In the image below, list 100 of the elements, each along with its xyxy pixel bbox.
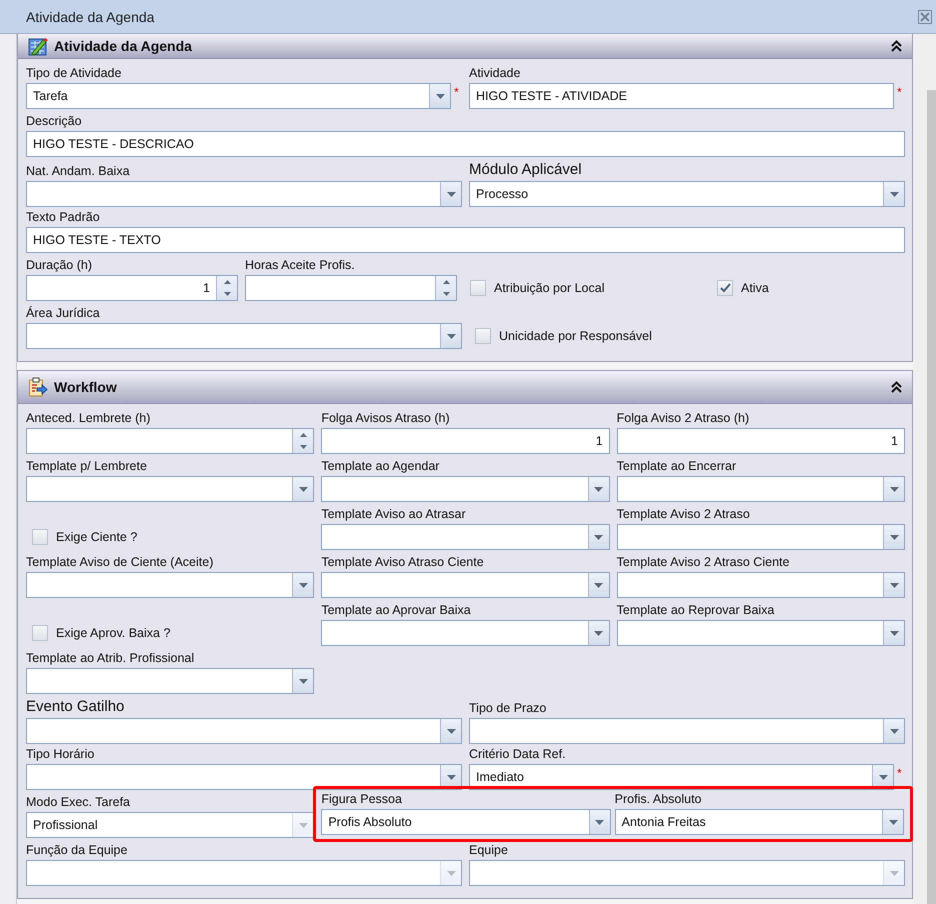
spin-up-icon[interactable] <box>442 280 450 284</box>
required-mark: * <box>897 766 903 780</box>
dropdown-field[interactable]: Processo <box>469 181 905 207</box>
dropdown-caret-icon <box>446 774 456 780</box>
input-field[interactable]: 1 <box>321 428 610 454</box>
spin-up-icon[interactable] <box>300 433 307 437</box>
field-label: Modo Exec. Tarefa <box>26 794 131 810</box>
dropdown-field[interactable] <box>616 476 905 502</box>
checkbox[interactable] <box>470 280 486 296</box>
field-value: Profissional <box>32 817 99 834</box>
field-label: Tipo de Atividade <box>26 65 122 81</box>
field-label: Evento Gatilho <box>26 698 126 716</box>
checkbox-label: Exige Ciente ? <box>56 530 138 544</box>
field-label: Equipe <box>469 842 509 858</box>
field-label: Template ao Aprovar Baixa <box>321 602 472 618</box>
field-label: Duração (h) <box>26 257 93 273</box>
field-label: Nat. Andam. Baixa <box>26 163 131 179</box>
field-label: Template Aviso 2 Atraso Ciente <box>616 554 790 570</box>
checkbox-label: Atribuição por Local <box>494 281 604 295</box>
dropdown-field[interactable] <box>616 572 905 598</box>
dropdown-caret-icon <box>446 870 456 876</box>
dropdown-field[interactable] <box>321 524 610 550</box>
field-label: Template ao Reprovar Baixa <box>616 602 776 618</box>
spin-down-icon[interactable] <box>300 445 307 449</box>
dropdown-field[interactable] <box>26 668 314 694</box>
number-field[interactable]: 1 <box>26 275 238 301</box>
dropdown-caret-icon <box>446 334 456 338</box>
dropdown-field[interactable] <box>26 323 462 349</box>
input-field[interactable]: 1 <box>616 428 905 454</box>
field-label: Template ao Encerrar <box>616 458 738 474</box>
field-label: Folga Avisos Atraso (h) <box>321 410 451 426</box>
section-title: Atividade da Agenda <box>54 38 192 54</box>
field-label: Tipo Horário <box>26 746 96 762</box>
dropdown-caret-icon <box>890 870 898 876</box>
dropdown-field[interactable] <box>321 572 610 598</box>
field-label: Área Jurídica <box>26 305 101 321</box>
dropdown-field[interactable] <box>616 620 905 646</box>
dropdown-field[interactable] <box>616 524 905 550</box>
checkbox[interactable] <box>717 280 733 296</box>
field-label: Módulo Aplicável <box>469 161 583 179</box>
dropdown-caret-icon <box>890 192 898 196</box>
field-label: Critério Data Ref. <box>469 746 567 762</box>
field-label: Texto Padrão <box>26 209 101 225</box>
dropdown-caret-icon <box>878 774 888 780</box>
required-mark: * <box>454 85 460 99</box>
field-label: Atividade <box>469 65 522 81</box>
dropdown-field[interactable]: Antonia Freitas <box>614 809 904 835</box>
number-field[interactable] <box>26 428 314 454</box>
checkbox[interactable] <box>32 625 48 641</box>
dropdown-caret-icon <box>888 820 898 824</box>
required-mark: * <box>897 85 903 99</box>
dropdown-caret-icon <box>890 486 898 492</box>
dropdown-caret-icon <box>595 820 604 824</box>
field-value: Antonia Freitas <box>620 814 707 831</box>
dropdown-field[interactable]: Tarefa <box>26 83 451 109</box>
dropdown-caret-icon <box>436 94 444 98</box>
dropdown-field[interactable] <box>469 718 905 744</box>
dropdown-field[interactable] <box>26 718 462 744</box>
dropdown-field[interactable] <box>321 476 610 502</box>
input-field[interactable]: HIGO TESTE - TEXTO <box>26 227 905 253</box>
checkbox-label: Unicidade por Responsável <box>499 329 652 343</box>
dropdown-caret-icon <box>890 630 898 636</box>
input-field[interactable]: HIGO TESTE - ATIVIDADE <box>469 83 894 109</box>
field-value: Imediato <box>475 769 525 786</box>
field-label: Anteced. Lembrete (h) <box>26 410 152 426</box>
input-field[interactable]: HIGO TESTE - DESCRICAO <box>26 131 905 157</box>
checkbox[interactable] <box>32 529 48 545</box>
field-label: Template Aviso 2 Atraso <box>616 506 751 522</box>
dropdown-caret-icon <box>446 728 456 734</box>
field-label: Tipo de Prazo <box>469 700 548 716</box>
number-field[interactable] <box>245 275 457 301</box>
dropdown-field[interactable] <box>321 620 610 646</box>
dropdown-field[interactable] <box>26 181 462 207</box>
checkbox-label: Ativa <box>741 281 769 295</box>
dropdown-field[interactable] <box>26 572 314 598</box>
field-label: Template ao Atrib. Profissional <box>26 650 196 666</box>
close-icon[interactable] <box>918 10 932 24</box>
check-icon <box>720 283 730 293</box>
field-label: Folga Aviso 2 Atraso (h) <box>616 410 750 426</box>
window-title: Atividade da Agenda <box>26 8 154 24</box>
scrollbar[interactable] <box>927 90 936 904</box>
checkbox[interactable] <box>475 328 491 344</box>
spin-up-icon[interactable] <box>224 280 230 284</box>
dropdown-caret-icon <box>298 822 308 828</box>
collapse-icon[interactable] <box>891 40 902 52</box>
dropdown-field[interactable] <box>26 764 462 790</box>
dropdown-field[interactable] <box>26 476 314 502</box>
spin-down-icon[interactable] <box>442 292 450 296</box>
dropdown-field[interactable]: Profis Absoluto <box>321 809 611 835</box>
field-label: Figura Pessoa <box>321 791 403 807</box>
field-label: Template p/ Lembrete <box>26 458 148 474</box>
checkbox-label: Exige Aprov. Baixa ? <box>56 626 170 640</box>
field-value: Processo <box>475 186 530 203</box>
dropdown-caret-icon <box>298 678 308 684</box>
dropdown-caret-icon <box>594 582 604 588</box>
collapse-icon[interactable] <box>891 381 902 393</box>
clipboard-arrow-icon <box>28 377 48 397</box>
edit-calendar-icon <box>28 36 48 56</box>
spin-down-icon[interactable] <box>224 292 230 296</box>
dropdown-caret-icon <box>890 728 898 734</box>
